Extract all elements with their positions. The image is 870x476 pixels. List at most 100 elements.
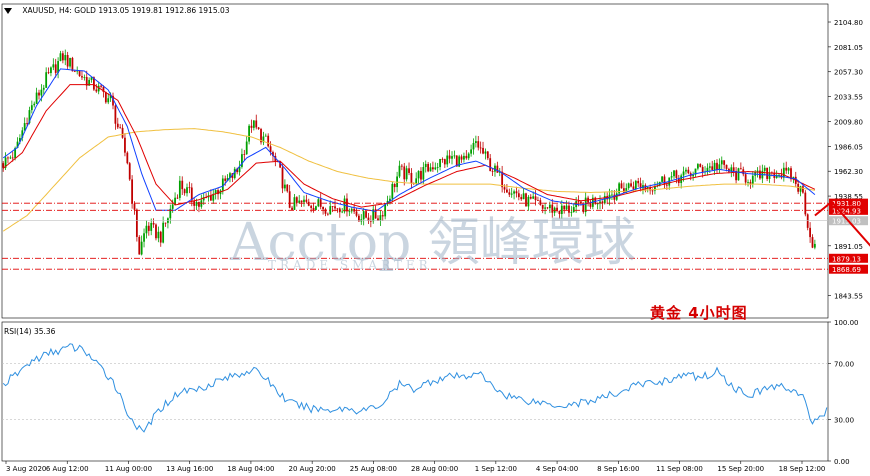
candle-body [813,243,816,248]
x-tick-label: 13 Aug 16:00 [166,465,213,473]
candle-body [673,170,675,177]
candle-body [713,162,716,170]
candle-body [283,184,286,189]
candle-body [391,183,394,199]
y-tick-label: 1891.05 [834,243,863,251]
y-tick-label: 2009.80 [834,118,863,126]
candle-body [400,165,403,167]
candle-body [81,76,83,78]
candle-body [52,64,55,68]
x-tick-label: 1 Sep 12:00 [475,465,517,473]
price-level-label: 1868.69 [832,266,861,274]
candle-body [661,176,663,182]
candle-body [436,167,439,168]
candle-body [33,103,36,106]
candle-body [510,193,513,195]
candle-body [420,170,422,180]
candle-body [252,120,255,128]
rsi-y-tick-label: 100.00 [834,319,859,327]
candle-body [782,167,785,178]
candle-body [506,189,508,193]
candle-body [324,209,327,214]
candle-body [195,201,198,206]
candle-body [116,123,119,128]
candle-body [66,54,69,67]
candle-body [563,205,566,210]
candle-body [42,87,45,90]
candle-body [54,64,57,73]
candle-body [291,207,293,210]
y-tick-label: 2081.05 [834,44,863,52]
candle-body [527,196,530,207]
candle-body [711,166,714,170]
candle-body [381,215,384,217]
candle-body [427,163,430,172]
candle-body [257,127,260,129]
candle-body [341,211,344,213]
candle-body [164,222,167,224]
candle-body [178,180,181,198]
candle-body [9,157,12,159]
x-tick-label: 6 Aug 12:00 [46,465,89,473]
candle-body [537,200,539,201]
candle-body [186,187,188,194]
candle-body [479,147,482,149]
chart-root: 2104.80 2081.05 2057.30 2033.55 2009.80 1986.… [0,0,870,476]
candle-body [732,167,735,172]
candle-body [467,153,470,159]
x-tick-label: 18 Aug 04:00 [227,465,274,473]
candle-body [298,200,301,203]
candle-body [482,147,484,154]
candle-body [30,105,33,111]
candle-body [312,207,315,211]
x-tick-label: 15 Sep 20:00 [717,465,764,473]
candle-body [548,204,551,209]
candle-body [687,169,690,174]
candle-body [243,154,246,155]
candle-body [766,167,769,179]
candle-body [424,163,427,168]
candle-body [508,192,511,195]
candle-body [439,159,441,168]
candle-body [135,209,138,237]
main-panel-frame [1,3,829,319]
candle-body [460,156,463,160]
candle-body [811,237,814,248]
candle-body [630,183,632,187]
candle-body [152,223,155,225]
candle-body [133,203,136,210]
candle-body [785,167,788,171]
candle-body [26,123,28,124]
candle-body [59,53,62,62]
candle-body [281,167,284,189]
candle-body [513,191,515,194]
candle-body [799,186,802,192]
candle-body [100,85,102,87]
candle-body [348,211,351,213]
candle-body [470,149,473,154]
candle-body [362,211,365,220]
candle-body [763,167,766,171]
candle-body [534,196,537,201]
candle-body [696,164,699,169]
candle-body [708,166,711,168]
y-tick-label: 2033.55 [834,94,863,102]
candle-body [522,193,525,200]
candle-body [558,210,561,215]
candle-body [622,188,625,193]
candle-body [670,176,673,178]
candle-body [520,197,523,200]
x-tick-label: 8 Sep 16:00 [597,465,639,473]
candle-body [155,224,157,239]
candle-body [747,182,749,183]
x-tick-label: 4 Sep 04:00 [536,465,578,473]
candle-body [441,159,444,160]
candle-body [463,155,465,160]
candle-body [809,227,811,238]
candle-body [310,205,313,208]
candle-body [565,205,568,210]
candle-body [126,152,129,164]
price-level-label: 1879.13 [832,255,861,263]
candle-body [295,197,298,203]
candle-body [484,151,487,154]
